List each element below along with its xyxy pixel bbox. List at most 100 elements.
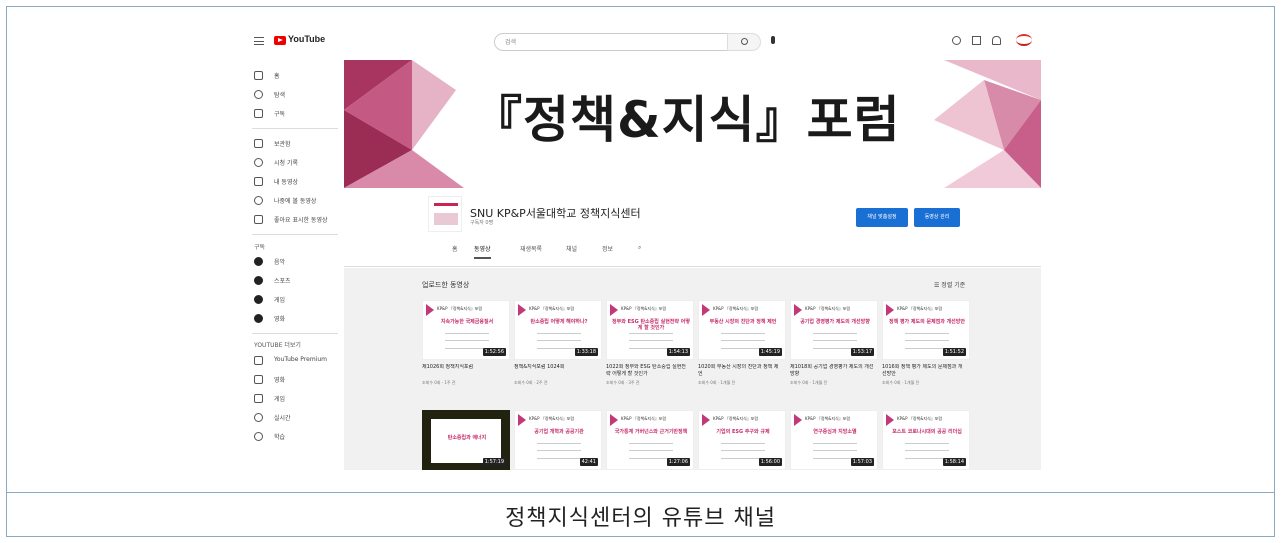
- thumbnail-brand: KP&P 『정책&지식』포럼: [621, 416, 667, 421]
- thumbnail-brand: KP&P 『정책&지식』포럼: [437, 306, 483, 311]
- video-meta: 조회수 0회 · 1주 전: [422, 380, 456, 385]
- thumbnail-title: 탄소중립과 에너지: [447, 435, 487, 441]
- search-placeholder: 검색: [505, 39, 517, 46]
- channel-panel: SNU KP&P서울대학교 정책지식센터 구독자 0명 채널 맞춤설정 동영상 …: [344, 188, 1041, 470]
- customize-channel-button[interactable]: 채널 맞춤설정: [856, 208, 908, 227]
- video-thumbnail[interactable]: KP&P 『정책&지식』포럼 정책 평가 제도의 문제점과 개선방안 1:51:52: [882, 300, 970, 360]
- channel-search-icon[interactable]: ⌕: [638, 244, 641, 256]
- video-duration: 1:45:19: [758, 348, 782, 356]
- video-title[interactable]: 제1018회 공기업 경영평가 제도의 개선방향: [790, 364, 874, 378]
- video-thumbnail[interactable]: KP&P 『정책&지식』포럼연구중심과 지방소멸 1:57:03: [790, 410, 878, 470]
- video-duration: 1:57:03: [850, 458, 874, 466]
- video-thumbnail[interactable]: KP&P 『정책&지식』포럼 국가통계 거버넌스와 근거기반정책 1:27:06: [606, 410, 694, 470]
- thumbnail-title: 부동산 시장의 진단과 정책 제언: [709, 319, 777, 325]
- film-icon: [254, 375, 263, 384]
- video-thumbnail[interactable]: KP&P 『정책&지식』포럼 탄소중립 어떻게 해야하나? 1:33:18: [514, 300, 602, 360]
- library-icon: [254, 139, 263, 148]
- kpp-logo-icon: [610, 414, 618, 426]
- video-thumbnail[interactable]: 탄소중립과 에너지 1:57:19: [422, 410, 510, 470]
- thumbnail-title: 지속가능한 국제금융질서: [440, 319, 494, 325]
- thumbnail-brand: KP&P 『정책&지식』포럼: [529, 416, 575, 421]
- video-title[interactable]: 1022회 정부와 ESG 탄소중립 실현전략 어떻게 할 것인가: [606, 364, 690, 378]
- live-icon: [254, 413, 263, 422]
- tab-home[interactable]: 홈: [452, 244, 458, 257]
- search-input[interactable]: 검색: [494, 33, 749, 51]
- thumbnail-brand: KP&P 『정책&지식』포럼: [805, 416, 851, 421]
- video-title[interactable]: 1016회 정책 평가 제도의 문제점과 개선방안: [882, 364, 966, 378]
- tab-about[interactable]: 정보: [602, 244, 613, 257]
- video-thumbnail[interactable]: KP&P 『정책&지식』포럼 부동산 시장의 진단과 정책 제언 1:45:19: [698, 300, 786, 360]
- video-duration: 1:56:00: [758, 458, 782, 466]
- video-thumbnail[interactable]: KP&P 『정책&지식』포럼 지속가능한 국제금융질서 1:52:56: [422, 300, 510, 360]
- kpp-logo-icon: [702, 414, 710, 426]
- movies-channel-icon: [254, 314, 263, 323]
- lightbulb-icon: [254, 432, 263, 441]
- thumbnail-brand: KP&P 『정책&지식』포럼: [897, 416, 943, 421]
- banner-title: 『정책&지식』포럼: [472, 91, 901, 149]
- history-icon: [254, 158, 263, 167]
- youtube-logo-text[interactable]: YouTube: [288, 34, 325, 44]
- thumbnail-lines: [445, 333, 489, 349]
- video-title[interactable]: 정책&지식포럼 1024회: [514, 364, 598, 378]
- video-duration: 42:41: [579, 458, 598, 466]
- video-duration: 1:58:14: [942, 458, 966, 466]
- avatar[interactable]: [1016, 34, 1032, 46]
- channel-avatar[interactable]: [428, 196, 462, 232]
- manage-videos-button[interactable]: 동영상 관리: [914, 208, 960, 227]
- more-header: YOUTUBE 더보기: [254, 342, 301, 349]
- mic-icon[interactable]: [771, 36, 775, 44]
- video-duration: 1:57:19: [482, 458, 506, 466]
- subscriptions-header: 구독: [254, 244, 266, 251]
- video-thumbnail[interactable]: KP&P 『정책&지식』포럼포스트 코로나시대의 공공 리더십 1:58:14: [882, 410, 970, 470]
- sort-button[interactable]: ☰ 정렬 기준: [934, 280, 965, 289]
- thumbnail-lines: [629, 443, 673, 459]
- channel-banner: 『정책&지식』포럼: [344, 60, 1041, 188]
- search-button[interactable]: [727, 33, 761, 51]
- thumbnail-title: 포스트 코로나시대의 공공 리더십: [892, 429, 962, 435]
- tab-playlists[interactable]: 재생목록: [520, 244, 542, 257]
- video-title[interactable]: 제1026회 정책지식포럼: [422, 364, 506, 378]
- video-duration: 1:54:13: [666, 348, 690, 356]
- channel-name: SNU KP&P서울대학교 정책지식센터: [470, 207, 641, 220]
- tab-videos[interactable]: 동영상: [474, 244, 491, 259]
- divider: [344, 266, 1041, 267]
- home-icon: [254, 71, 263, 80]
- tab-channels[interactable]: 채널: [566, 244, 577, 257]
- thumbnail-brand: KP&P 『정책&지식』포럼: [805, 306, 851, 311]
- video-thumbnail[interactable]: KP&P 『정책&지식』포럼 공기업 개혁과 공공기관 42:41: [514, 410, 602, 470]
- thumbnail-title: 공기업 경영평가 제도의 개선방향: [800, 319, 870, 325]
- search-icon: [741, 38, 748, 45]
- thumbnail-title: 연구중심과 지방소멸: [813, 429, 857, 435]
- subscriptions-icon: [254, 109, 263, 118]
- sidebar: 홈 탐색 구독 보관함 시청 기록 내 동영상 나중에 볼 동영상 좋아요 표시…: [246, 62, 344, 470]
- video-thumbnail[interactable]: KP&P 『정책&지식』포럼 정부와 ESG 탄소중립 실현전략 어떻게 할 것인…: [606, 300, 694, 360]
- compass-icon: [254, 90, 263, 99]
- kpp-logo-icon: [886, 414, 894, 426]
- kpp-logo-icon: [426, 304, 434, 316]
- thumbnail-brand: KP&P 『정책&지식』포럼: [713, 416, 759, 421]
- thumbnail-lines: [905, 443, 949, 459]
- music-channel-icon: [254, 257, 263, 266]
- video-thumbnail[interactable]: KP&P 『정책&지식』포럼기업의 ESG 추구와 규제 1:56:00: [698, 410, 786, 470]
- kpp-logo-icon: [518, 304, 526, 316]
- youtube-logo-icon[interactable]: [274, 36, 286, 45]
- create-icon[interactable]: [952, 36, 961, 45]
- thumbnail-lines: [629, 333, 673, 349]
- thumbnail-lines: [905, 333, 949, 349]
- thumbnail-brand: KP&P 『정책&지식』포럼: [621, 306, 667, 311]
- apps-icon[interactable]: [972, 36, 981, 45]
- bell-icon[interactable]: [992, 36, 1001, 45]
- thumbnail-lines: [813, 333, 857, 349]
- video-title[interactable]: 1020회 부동산 시장의 진단과 정책 제언: [698, 364, 782, 378]
- video-thumbnail[interactable]: KP&P 『정책&지식』포럼 공기업 경영평가 제도의 개선방향 1:53:17: [790, 300, 878, 360]
- kpp-logo-icon: [794, 414, 802, 426]
- thumbnail-title: 기업의 ESG 추구와 규제: [716, 429, 770, 435]
- video-meta: 조회수 0회 · 2주 전: [514, 380, 548, 385]
- youtube-screenshot: YouTube 검색 홈 탐색 구독 보관함 시청 기록 내 동영상 나중에 볼…: [246, 24, 1041, 470]
- menu-icon[interactable]: [254, 37, 264, 45]
- thumbnail-title: 탄소중립 어떻게 해야하나?: [530, 319, 588, 325]
- caption-divider: [6, 492, 1275, 493]
- clock-icon: [254, 196, 263, 205]
- video-duration: 1:33:18: [574, 348, 598, 356]
- kpp-logo-icon: [518, 414, 526, 426]
